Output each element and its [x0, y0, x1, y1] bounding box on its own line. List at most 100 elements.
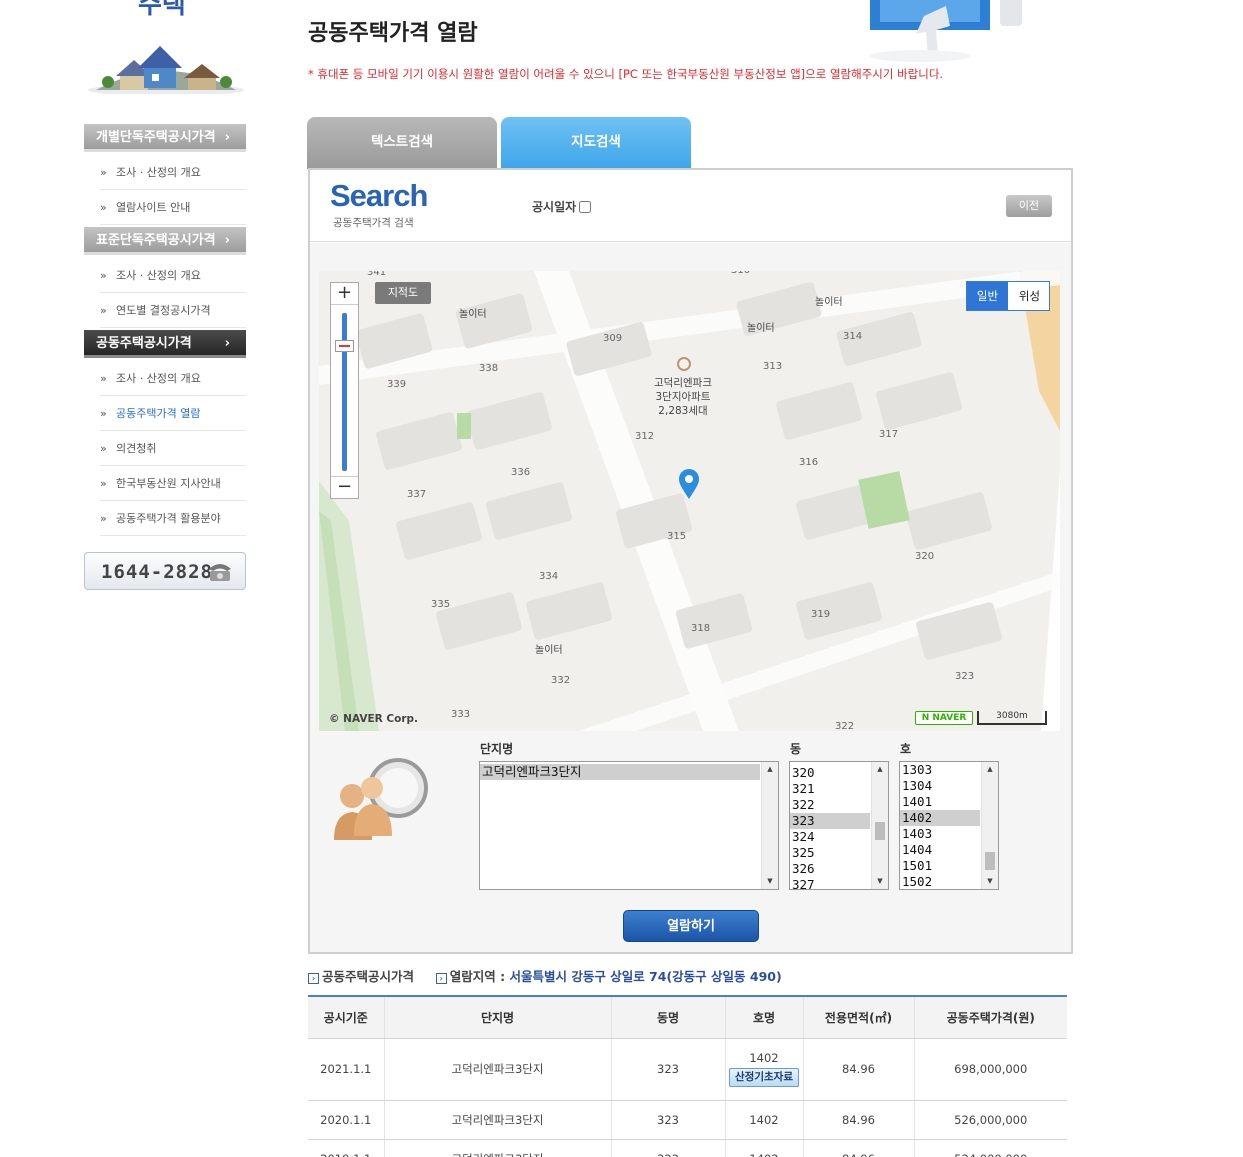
sidebar-item-individual-overview[interactable]: 조사 · 산정의 개요: [100, 156, 246, 190]
scroll-up-icon[interactable]: ▲: [762, 762, 778, 777]
sidebar-section-standard[interactable]: 표준단독주택공시가격 ›: [84, 227, 246, 255]
map-type-normal-button[interactable]: 일반: [967, 282, 1008, 310]
section-logo: 주택: [138, 0, 186, 19]
cell-date: 2020.1.1: [308, 1100, 384, 1140]
chevron-right-icon: ›: [224, 233, 230, 248]
sidebar-item-individual-sites[interactable]: 열람사이트 안내: [100, 191, 246, 225]
ho-label: 호: [900, 742, 912, 756]
complex-label: 단지명: [480, 742, 514, 756]
sidebar-item-standard-overview[interactable]: 조사 · 산정의 개요: [100, 259, 246, 293]
map-label-playground: 놀이터: [535, 645, 563, 656]
cell-date: 2021.1.1: [308, 1038, 384, 1101]
page-title: 공동주택가격 열람: [308, 21, 478, 46]
ho-option[interactable]: 1303: [900, 762, 980, 778]
dong-option[interactable]: 321: [790, 781, 870, 797]
map-type-satellite-button[interactable]: 위성: [1009, 282, 1050, 310]
cell-ho: 1402: [724, 1139, 803, 1157]
column-header: 단지명: [383, 995, 611, 1039]
cell-area: 84.96: [802, 1038, 914, 1101]
calc-basis-button[interactable]: 산정기초자료: [729, 1068, 799, 1087]
ho-listbox[interactable]: 1303 1304 1401 1402 1403 1404 1501 1502 ▲ ▼: [899, 761, 999, 890]
dong-option[interactable]: 325: [790, 845, 870, 861]
view-button[interactable]: 열람하기: [623, 910, 759, 942]
map-label-334: 334: [539, 571, 559, 582]
ho-option[interactable]: 1403: [900, 826, 980, 842]
sidebar-item-branches[interactable]: 한국부동산원 지사안내: [100, 467, 246, 501]
scroll-down-icon[interactable]: ▼: [872, 874, 888, 889]
dong-options: 320 321 322 323 324 325 326 327: [790, 762, 870, 889]
ho-option[interactable]: 1401: [900, 794, 980, 810]
zoom-out-button[interactable]: −: [331, 476, 358, 498]
cadastral-map-button[interactable]: 지적도: [375, 282, 431, 304]
zoom-slider-handle[interactable]: [335, 340, 354, 352]
person-search-illustration: [334, 758, 428, 840]
notice-date-checkbox[interactable]: [579, 201, 592, 213]
tab-text-search[interactable]: 텍스트검색: [307, 117, 497, 169]
notice-date-label: 공시일자: [532, 200, 577, 214]
dong-listbox[interactable]: 320 321 322 323 324 325 326 327 ▲ ▼: [789, 761, 889, 890]
cell-area: 84.96: [802, 1139, 914, 1157]
sidebar-section-individual[interactable]: 개별단독주택공시가격 ›: [84, 124, 246, 152]
result-heading: › 공동주택공시가격 › 열람지역 : 서울특별시 강동구 상일로 74(강동구 상…: [308, 966, 782, 985]
ho-option[interactable]: 1402: [900, 810, 980, 826]
cell-date: 2019.1.1: [308, 1139, 384, 1157]
cell-complex: 고덕리엔파크3단지: [383, 1038, 611, 1101]
cell-area: 84.96: [802, 1100, 914, 1140]
map-label-310: 310: [731, 271, 750, 276]
sidebar-item-standard-yearly[interactable]: 연도별 결정공시가격: [100, 294, 246, 328]
map-label-337: 337: [407, 489, 427, 500]
prev-button[interactable]: 이전: [1006, 195, 1052, 217]
location-pin-icon: [679, 469, 699, 499]
zoom-slider-track[interactable]: [342, 313, 347, 471]
complex-scrollbar[interactable]: ▲ ▼: [761, 762, 778, 889]
dong-option[interactable]: 320: [790, 765, 870, 781]
sidebar-item-apartment-overview[interactable]: 조사 · 산정의 개요: [100, 362, 246, 396]
dong-scrollbar[interactable]: ▲ ▼: [871, 762, 888, 889]
scroll-down-icon[interactable]: ▼: [762, 874, 778, 889]
table-header-row: 공시기준 단지명 동명 호명 전용면적(㎡) 공동주택가격(원): [308, 995, 1067, 1039]
dong-option[interactable]: 323: [790, 813, 870, 829]
chevron-right-icon: ›: [224, 130, 230, 145]
ho-scroll-thumb[interactable]: [985, 852, 995, 870]
scroll-up-icon[interactable]: ▲: [982, 762, 998, 777]
ho-option[interactable]: 1502: [900, 874, 980, 889]
page-root: 주택 개별단독주택공시가격 › 조사 · 산정의 개요 열람사이트 안내 표준단…: [0, 0, 1243, 1157]
price-table: 공시기준 단지명 동명 호명 전용면적(㎡) 공동주택가격(원) 2021.1.…: [308, 995, 1067, 1157]
dong-option[interactable]: 324: [790, 829, 870, 845]
ho-scrollbar[interactable]: ▲ ▼: [981, 762, 998, 889]
zoom-in-button[interactable]: +: [331, 283, 358, 305]
sidebar-item-usage[interactable]: 공동주택가격 활용분야: [100, 502, 246, 536]
dong-scroll-thumb[interactable]: [875, 822, 885, 840]
map-type-toggle: 일반 위성: [966, 281, 1050, 311]
complex-option[interactable]: 고덕리엔파크3단지: [480, 764, 760, 780]
ho-option[interactable]: 1501: [900, 858, 980, 874]
tab-map-search[interactable]: 지도검색: [501, 117, 691, 169]
arrow-box-icon: ›: [308, 973, 319, 984]
dong-option[interactable]: 322: [790, 797, 870, 813]
sidebar-item-opinion[interactable]: 의견청취: [100, 432, 246, 466]
map-label-316: 316: [799, 457, 819, 468]
dong-option[interactable]: 326: [790, 861, 870, 877]
sidebar-section-apartment[interactable]: 공동주택공시가격 ›: [84, 330, 246, 358]
sidebar-item-apartment-view[interactable]: 공동주택가격 열람: [100, 397, 246, 431]
search-logo: Search: [330, 178, 428, 213]
map-label-318: 318: [691, 623, 711, 634]
apartment-poi-icon: [677, 357, 691, 371]
map-label-playground: 놀이터: [815, 297, 843, 308]
phone-icon: [209, 564, 231, 581]
map-label-332: 332: [551, 675, 571, 686]
complex-listbox[interactable]: 고덕리엔파크3단지 ▲ ▼: [479, 761, 779, 890]
map-label-playground: 놀이터: [459, 309, 487, 320]
ho-option[interactable]: 1404: [900, 842, 980, 858]
map-scale-bar: 3080m: [977, 711, 1047, 725]
cell-price: 524,000,000: [913, 1139, 1067, 1157]
map-label-339: 339: [387, 379, 407, 390]
dong-option[interactable]: 327: [790, 877, 870, 889]
ho-option[interactable]: 1304: [900, 778, 980, 794]
map-label-309: 309: [603, 333, 623, 344]
scroll-down-icon[interactable]: ▼: [982, 874, 998, 889]
map-view[interactable]: 341 310 놀이터 놀이터 놀이터 309 314 338 313 339 …: [319, 271, 1060, 731]
scroll-up-icon[interactable]: ▲: [872, 762, 888, 777]
map-label-322: 322: [835, 721, 855, 731]
column-header: 전용면적(㎡): [802, 995, 914, 1039]
